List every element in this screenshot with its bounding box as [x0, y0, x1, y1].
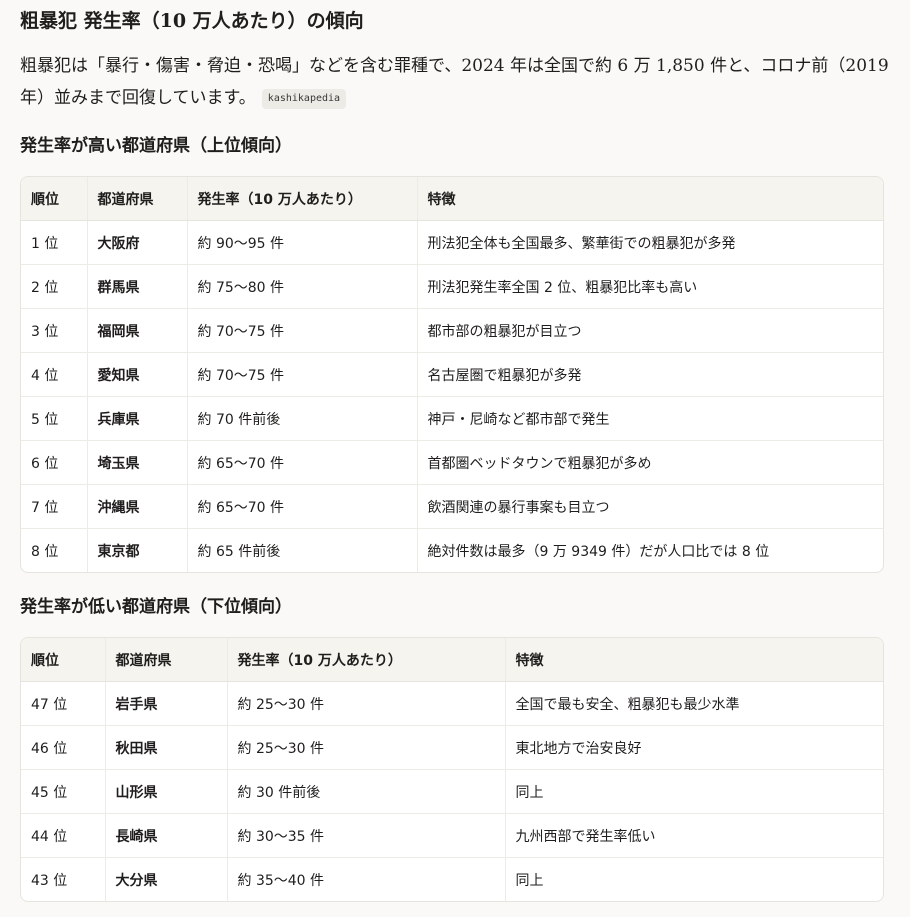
rate-cell: 約 65〜70 件 — [186, 440, 417, 485]
bottom-prefectures-table: 順位 都道府県 発生率（10 万人あたり） 特徴 47 位 岩手県約 25〜30 … — [20, 637, 884, 902]
header-feature: 特徴 — [416, 177, 883, 221]
prefecture-cell: 兵庫県 — [86, 396, 187, 441]
table-header-row: 順位 都道府県 発生率（10 万人あたり） 特徴 — [21, 638, 883, 682]
rate-cell: 約 25〜30 件 — [226, 681, 505, 726]
header-feature: 特徴 — [504, 638, 883, 682]
feature-cell: 首都圏ベッドタウンで粗暴犯が多め — [416, 440, 883, 485]
feature-cell: 都市部の粗暴犯が目立つ — [416, 308, 883, 353]
header-prefecture: 都道府県 — [104, 638, 227, 682]
feature-cell: 同上 — [504, 857, 883, 901]
rate-cell: 約 65〜70 件 — [186, 484, 417, 529]
rate-cell: 約 35〜40 件 — [226, 857, 505, 901]
rank-cell: 5 位 — [21, 396, 87, 441]
rate-cell: 約 90〜95 件 — [186, 220, 417, 265]
header-prefecture: 都道府県 — [86, 177, 187, 221]
rank-cell: 7 位 — [21, 484, 87, 529]
feature-cell: 全国で最も安全、粗暴犯も最少水準 — [504, 681, 883, 726]
table-row: 8 位東京都約 65 件前後 絶対件数は最多（9 万 9349 件）だが人口比では… — [21, 528, 883, 572]
prefecture-cell: 岩手県 — [104, 681, 227, 726]
header-rank: 順位 — [21, 638, 105, 682]
table-row: 47 位 岩手県約 25〜30 件全国で最も安全、粗暴犯も最少水準 — [21, 681, 883, 726]
header-rate: 発生率（10 万人あたり） — [186, 177, 417, 221]
rank-cell: 2 位 — [21, 264, 87, 309]
table-row: 7 位沖縄県約 65〜70 件飲酒関連の暴行事案も目立つ — [21, 484, 883, 529]
rate-cell: 約 30〜35 件 — [226, 813, 505, 858]
table-row: 3 位福岡県約 70〜75 件都市部の粗暴犯が目立つ — [21, 308, 883, 353]
bottom-section-heading: 発生率が低い都道府県（下位傾向） — [20, 597, 292, 617]
prefecture-cell: 長崎県 — [104, 813, 227, 858]
intro-paragraph: 粗暴犯は「暴行・傷害・脅迫・恐喝」などを含む罪種で、2024 年は全国で約 6 … — [20, 50, 890, 114]
rank-cell: 6 位 — [21, 440, 87, 485]
rank-cell: 1 位 — [31, 235, 59, 252]
rank-cell: 4 位 — [21, 352, 87, 397]
table-row: 1 位 大阪府約 90〜95 件刑法犯全体も全国最多、繁華街での粗暴犯が多発 — [21, 220, 883, 265]
page-title: 粗暴犯 発生率（10 万人あたり）の傾向 — [20, 10, 364, 32]
feature-cell: 同上 — [504, 769, 883, 814]
prefecture-cell: 大分県 — [104, 857, 227, 901]
intro-text: 粗暴犯は「暴行・傷害・脅迫・恐喝」などを含む罪種で、2024 年は全国で約 6 … — [20, 56, 889, 108]
prefecture-cell: 群馬県 — [86, 264, 187, 309]
rank-cell: 3 位 — [21, 308, 87, 353]
prefecture-cell: 大阪府 — [86, 220, 187, 265]
rank-cell: 45 位 — [21, 769, 105, 814]
table-row: 4 位愛知県約 70〜75 件名古屋圏で粗暴犯が多発 — [21, 352, 883, 397]
top-section-heading: 発生率が高い都道府県（上位傾向） — [20, 136, 292, 156]
table-row: 45 位山形県約 30 件前後 同上 — [21, 769, 883, 814]
feature-cell: 刑法犯全体も全国最多、繁華街での粗暴犯が多発 — [416, 220, 883, 265]
feature-cell: 東北地方で治安良好 — [504, 725, 883, 770]
table-row: 44 位長崎県約 30〜35 件九州西部で発生率低い — [21, 813, 883, 858]
feature-cell: 刑法犯発生率全国 2 位、粗暴犯比率も高い — [416, 264, 883, 309]
prefecture-cell: 沖縄県 — [86, 484, 187, 529]
table-row: 5 位兵庫県約 70 件前後 神戸・尼崎など都市部で発生 — [21, 396, 883, 441]
rate-cell: 約 25〜30 件 — [226, 725, 505, 770]
rank-cell: 46 位 — [21, 725, 105, 770]
feature-cell: 絶対件数は最多（9 万 9349 件）だが人口比では 8 位 — [416, 528, 883, 572]
rate-cell: 約 70〜75 件 — [186, 352, 417, 397]
rank-cell: 44 位 — [21, 813, 105, 858]
table-row: 6 位埼玉県約 65〜70 件首都圏ベッドタウンで粗暴犯が多め — [21, 440, 883, 485]
source-chip[interactable]: kashikapedia — [261, 89, 347, 109]
header-rate: 発生率（10 万人あたり） — [226, 638, 505, 682]
top-prefectures-table: 順位 都道府県 発生率（10 万人あたり） 特徴 1 位 大阪府約 90〜95 件… — [20, 176, 884, 573]
rank-cell: 47 位 — [31, 696, 68, 713]
rate-cell: 約 70〜75 件 — [186, 308, 417, 353]
rate-cell: 約 65 件前後 — [186, 528, 417, 572]
feature-cell: 飲酒関連の暴行事案も目立つ — [416, 484, 883, 529]
rate-cell: 約 75〜80 件 — [186, 264, 417, 309]
table-row: 46 位秋田県約 25〜30 件東北地方で治安良好 — [21, 725, 883, 770]
table-header-row: 順位 都道府県 発生率（10 万人あたり） 特徴 — [21, 177, 883, 221]
rate-cell: 約 30 件前後 — [226, 769, 505, 814]
prefecture-cell: 埼玉県 — [86, 440, 187, 485]
rate-cell: 約 70 件前後 — [186, 396, 417, 441]
prefecture-cell: 愛知県 — [86, 352, 187, 397]
prefecture-cell: 山形県 — [104, 769, 227, 814]
prefecture-cell: 秋田県 — [104, 725, 227, 770]
prefecture-cell: 福岡県 — [86, 308, 187, 353]
table-row: 2 位群馬県約 75〜80 件刑法犯発生率全国 2 位、粗暴犯比率も高い — [21, 264, 883, 309]
table-row: 43 位大分県約 35〜40 件同上 — [21, 857, 883, 901]
rank-cell: 43 位 — [21, 857, 105, 901]
feature-cell: 名古屋圏で粗暴犯が多発 — [416, 352, 883, 397]
header-rank: 順位 — [21, 177, 87, 221]
feature-cell: 九州西部で発生率低い — [504, 813, 883, 858]
prefecture-cell: 東京都 — [86, 528, 187, 572]
rank-cell: 8 位 — [21, 528, 87, 572]
feature-cell: 神戸・尼崎など都市部で発生 — [416, 396, 883, 441]
